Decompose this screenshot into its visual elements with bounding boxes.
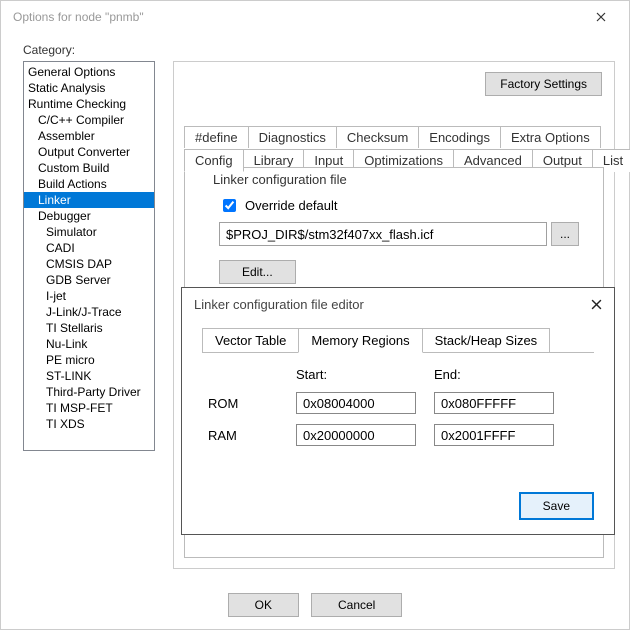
close-icon[interactable]	[581, 1, 621, 33]
col-end-label: End:	[434, 367, 554, 382]
tree-item[interactable]: Runtime Checking	[24, 96, 154, 112]
factory-settings-button[interactable]: Factory Settings	[485, 72, 602, 96]
tree-item[interactable]: CMSIS DAP	[24, 256, 154, 272]
tree-item[interactable]: CADI	[24, 240, 154, 256]
tree-item[interactable]: Third-Party Driver	[24, 384, 154, 400]
tree-item[interactable]: Static Analysis	[24, 80, 154, 96]
tree-item[interactable]: Output Converter	[24, 144, 154, 160]
mem-rom-end-input[interactable]	[434, 392, 554, 414]
tree-item[interactable]: Assembler	[24, 128, 154, 144]
tree-item[interactable]: Nu-Link	[24, 336, 154, 352]
dialog-footer: OK Cancel	[1, 593, 629, 617]
tree-item[interactable]: TI XDS	[24, 416, 154, 432]
tree-item[interactable]: TI MSP-FET	[24, 400, 154, 416]
mem-ram-start-input[interactable]	[296, 424, 416, 446]
tree-item[interactable]: J-Link/J-Trace	[24, 304, 154, 320]
mem-rom-start-input[interactable]	[296, 392, 416, 414]
edit-linker-file-button[interactable]: Edit...	[219, 260, 296, 284]
window-title: Options for node "pnmb"	[13, 10, 581, 24]
tree-item[interactable]: Build Actions	[24, 176, 154, 192]
tree-item[interactable]: Custom Build	[24, 160, 154, 176]
tree-item[interactable]: ST-LINK	[24, 368, 154, 384]
editor-tab[interactable]: Memory Regions	[298, 328, 422, 353]
override-default-checkbox[interactable]	[223, 199, 236, 212]
tree-item[interactable]: Simulator	[24, 224, 154, 240]
cancel-button[interactable]: Cancel	[311, 593, 402, 617]
linker-editor-dialog: Linker configuration file editor Vector …	[181, 287, 615, 535]
tab[interactable]: Encodings	[418, 126, 501, 148]
tree-item[interactable]: GDB Server	[24, 272, 154, 288]
browse-button[interactable]: ...	[551, 222, 579, 246]
save-button[interactable]: Save	[519, 492, 594, 520]
tab[interactable]: Extra Options	[500, 126, 601, 148]
editor-close-icon[interactable]	[586, 294, 606, 314]
tree-item[interactable]: General Options	[24, 64, 154, 80]
linker-file-path-input[interactable]	[219, 222, 547, 246]
tree-item[interactable]: I-jet	[24, 288, 154, 304]
tree-item[interactable]: Linker	[24, 192, 154, 208]
editor-tab[interactable]: Stack/Heap Sizes	[422, 328, 551, 353]
tab[interactable]: #define	[184, 126, 249, 148]
tab[interactable]: Config	[184, 149, 244, 172]
tree-item[interactable]: Debugger	[24, 208, 154, 224]
tab[interactable]: Diagnostics	[248, 126, 337, 148]
tree-item[interactable]: PE micro	[24, 352, 154, 368]
editor-title: Linker configuration file editor	[194, 297, 586, 312]
mem-row-name: ROM	[208, 396, 278, 411]
tab-strip: #defineDiagnosticsChecksumEncodingsExtra…	[184, 126, 604, 171]
tab[interactable]: Checksum	[336, 126, 419, 148]
category-tree[interactable]: General OptionsStatic AnalysisRuntime Ch…	[23, 61, 155, 451]
col-start-label: Start:	[296, 367, 416, 382]
tree-item[interactable]: C/C++ Compiler	[24, 112, 154, 128]
dialog-window: Options for node "pnmb" Category: Genera…	[0, 0, 630, 630]
override-default-label[interactable]: Override default	[245, 198, 338, 213]
tree-item[interactable]: TI Stellaris	[24, 320, 154, 336]
ok-button[interactable]: OK	[228, 593, 299, 617]
group-linker-file-title: Linker configuration file	[209, 172, 351, 187]
editor-tab[interactable]: Vector Table	[202, 328, 299, 353]
mem-row-name: RAM	[208, 428, 278, 443]
titlebar: Options for node "pnmb"	[1, 1, 629, 33]
category-label: Category:	[23, 43, 615, 57]
mem-ram-end-input[interactable]	[434, 424, 554, 446]
